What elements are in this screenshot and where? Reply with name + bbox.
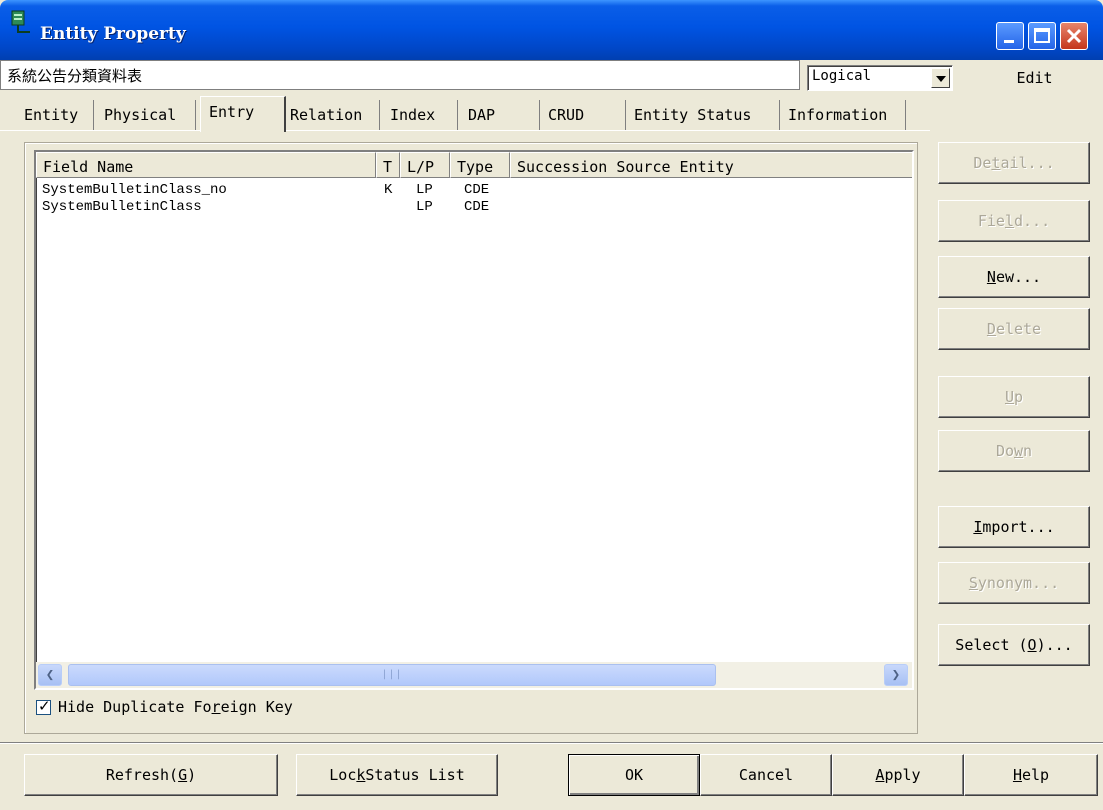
new-button[interactable]: New... (938, 256, 1090, 298)
type-cell: CDE (464, 199, 490, 215)
tab-physical[interactable]: Physical (104, 100, 196, 130)
column-header-type[interactable]: Type (450, 152, 510, 178)
lock-status-list-button[interactable]: Loc k Status List (296, 754, 498, 796)
synonym-button[interactable]: Synonym... (938, 562, 1090, 604)
tab-index[interactable]: Index (390, 100, 458, 130)
view-mode-value: Logical (812, 68, 872, 84)
column-header-succession-source[interactable]: Succession Source Entity (510, 152, 912, 178)
table-row[interactable]: SystemBulletinClass_no K LP CDE (36, 182, 912, 198)
chevron-right-icon: ❯ (891, 667, 901, 683)
tab-relation[interactable]: Relation (290, 100, 380, 130)
lp-cell: LP (416, 199, 433, 215)
column-header-t[interactable]: T (376, 152, 400, 178)
refresh-button[interactable]: Refresh(G) (24, 754, 278, 796)
field-list[interactable]: Field Name T L/P Type Succession Source … (34, 150, 914, 690)
delete-button[interactable]: Delete (938, 308, 1090, 350)
detail-button[interactable]: De t ail... (938, 142, 1090, 184)
apply-button[interactable]: Apply (832, 754, 964, 796)
tab-label: Information (788, 106, 888, 124)
move-down-button[interactable]: Do w n (938, 430, 1090, 472)
tab-dap[interactable]: DAP (468, 100, 540, 130)
entity-name-field[interactable]: 系統公告分類資料表 (0, 60, 800, 90)
ok-button[interactable]: OK (568, 754, 700, 796)
tab-label: Entity Status (634, 106, 752, 124)
select-button[interactable]: Select (O)... (938, 624, 1090, 666)
edit-button[interactable]: Edit (966, 62, 1103, 94)
column-header-lp[interactable]: L/P (400, 152, 450, 178)
maximize-icon (1034, 28, 1050, 43)
lp-cell: LP (416, 182, 433, 198)
horizontal-scrollbar[interactable]: ❮ ||| ❯ (36, 662, 912, 688)
scroll-thumb[interactable]: ||| (68, 664, 716, 686)
list-header: Field Name T L/P Type Succession Source … (36, 152, 912, 178)
tab-strip-border (0, 130, 930, 131)
minimize-button[interactable] (996, 22, 1024, 50)
tab-entity-status[interactable]: Entity Status (634, 100, 780, 130)
table-row[interactable]: SystemBulletinClass LP CDE (36, 199, 912, 215)
view-mode-select[interactable]: Logical (807, 65, 953, 91)
tab-label: Physical (104, 106, 177, 124)
minimize-icon (1004, 40, 1014, 43)
tab-label: DAP (468, 106, 496, 124)
cancel-button[interactable]: Cancel (700, 754, 832, 796)
field-button[interactable]: Fie l d... (938, 200, 1090, 242)
column-header-field-name[interactable]: Field Name (36, 152, 376, 178)
hide-duplicate-fk-label[interactable]: Hide Duplicate Foreign Key (58, 698, 293, 716)
hide-duplicate-fk-checkbox[interactable] (36, 697, 51, 715)
maximize-button[interactable] (1028, 22, 1056, 50)
entity-app-icon (11, 10, 30, 33)
grip-icon: ||| (381, 669, 403, 680)
tab-entity[interactable]: Entity (24, 100, 94, 130)
bottom-separator (0, 742, 1103, 744)
tab-label: Relation (290, 106, 363, 124)
tab-label: CRUD (548, 106, 585, 124)
window-title: Entity Property (40, 24, 186, 44)
tab-label: Index (390, 106, 436, 124)
chevron-down-icon[interactable] (931, 68, 950, 88)
t-cell: K (384, 182, 393, 198)
field-name-cell: SystemBulletinClass_no (42, 182, 227, 198)
type-cell: CDE (464, 182, 490, 198)
close-icon (1066, 28, 1082, 44)
title-bar[interactable]: Entity Property (0, 0, 1103, 60)
help-button[interactable]: Help (964, 754, 1098, 796)
tab-information[interactable]: Information (788, 100, 906, 130)
tab-entry[interactable]: Entry (200, 96, 286, 132)
close-button[interactable] (1060, 22, 1088, 50)
import-button[interactable]: Import... (938, 506, 1090, 548)
tab-label: Entry (209, 103, 255, 121)
tab-crud[interactable]: CRUD (548, 100, 626, 130)
tab-label: Entity (24, 106, 79, 124)
chevron-left-icon: ❮ (45, 667, 55, 683)
move-up-button[interactable]: Up (938, 376, 1090, 418)
scroll-right-button[interactable]: ❯ (884, 664, 908, 686)
scroll-left-button[interactable]: ❮ (38, 664, 62, 686)
field-name-cell: SystemBulletinClass (42, 199, 202, 215)
